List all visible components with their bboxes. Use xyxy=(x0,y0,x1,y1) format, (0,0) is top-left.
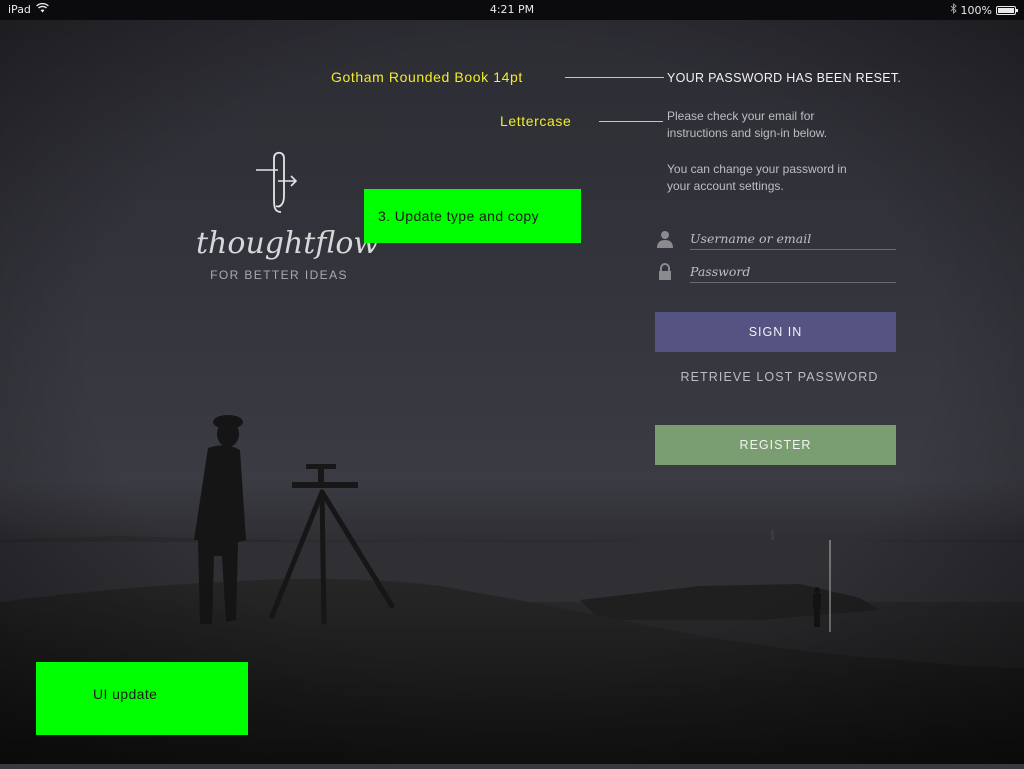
battery-icon xyxy=(996,5,1018,15)
retrieve-password-link[interactable]: RETRIEVE LOST PASSWORD xyxy=(655,370,904,384)
reset-message-line: Please check your email for xyxy=(667,109,815,123)
user-icon xyxy=(655,230,675,248)
sign-in-button[interactable]: SIGN IN xyxy=(655,312,896,352)
username-field-row xyxy=(655,228,896,252)
reset-message-line: instructions and sign-in below. xyxy=(667,126,828,140)
annotation-ui-update-text: UI update xyxy=(93,686,158,702)
username-input[interactable] xyxy=(690,228,896,250)
password-input[interactable] xyxy=(690,261,896,283)
annotation-update-note: 3. Update type and copy xyxy=(364,189,581,243)
register-button[interactable]: REGISTER xyxy=(655,425,896,465)
annotation-leader-line xyxy=(599,121,663,122)
status-bar: iPad 4:21 PM 100% xyxy=(0,0,1024,20)
annotation-update-text: 3. Update type and copy xyxy=(378,208,539,224)
annotation-font-spec: Gotham Rounded Book 14pt xyxy=(331,69,523,85)
lock-icon xyxy=(655,263,675,281)
reset-message: Please check your email for instructions… xyxy=(667,108,907,142)
logo-tagline: FOR BETTER IDEAS xyxy=(210,268,348,282)
logo-wordmark: thoughtflow xyxy=(196,226,380,261)
status-time: 4:21 PM xyxy=(489,3,535,16)
app-logo: thoughtflow FOR BETTER IDEAS xyxy=(196,148,380,282)
settings-message-line: your account settings. xyxy=(667,179,784,193)
bluetooth-icon xyxy=(950,2,957,17)
password-field-row xyxy=(655,261,896,285)
reset-headline: YOUR PASSWORD HAS BEEN RESET. xyxy=(667,71,902,85)
battery-percent: 100% xyxy=(960,3,992,17)
bottom-edge xyxy=(0,764,1024,769)
annotation-ui-update-note: UI update xyxy=(36,662,248,735)
settings-message-line: You can change your password in xyxy=(667,162,847,176)
annotation-lettercase: Lettercase xyxy=(500,113,572,129)
annotation-leader-line xyxy=(565,77,664,78)
thoughtflow-logo-icon xyxy=(196,148,362,218)
settings-message: You can change your password in your acc… xyxy=(667,161,907,195)
